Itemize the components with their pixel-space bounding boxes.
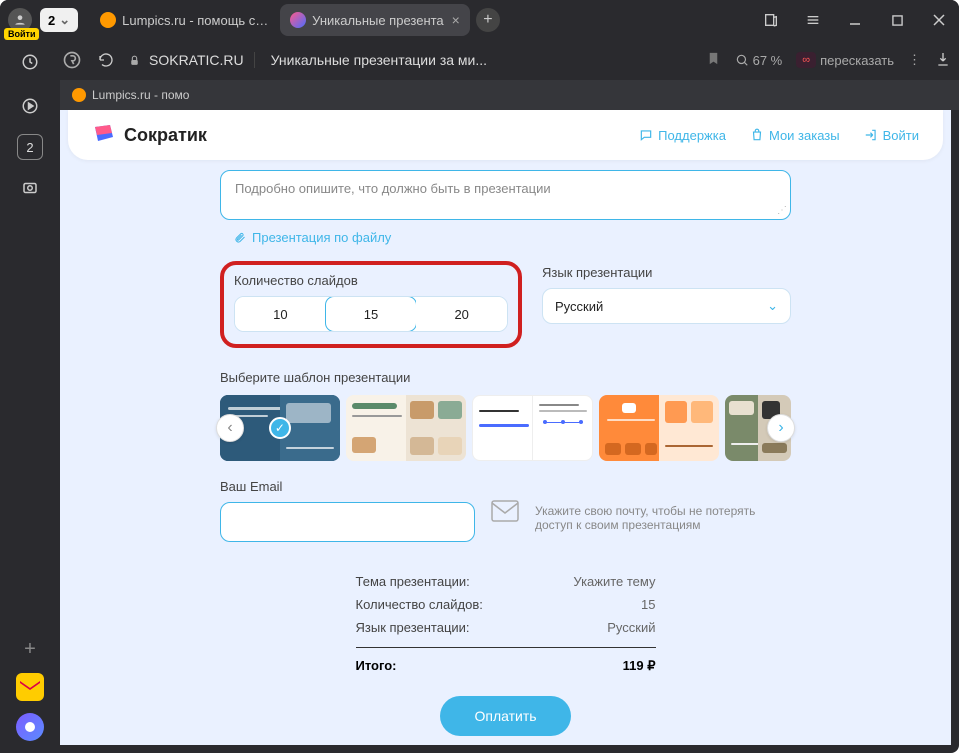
carousel-next-button[interactable]: › [767, 414, 795, 442]
paperclip-icon [234, 231, 246, 245]
nav-orders[interactable]: Мои заказы [750, 128, 840, 143]
resize-handle-icon[interactable]: ⋰ [777, 205, 787, 216]
history-icon[interactable] [14, 46, 46, 78]
alice-icon[interactable] [16, 713, 44, 741]
add-sidebar-icon[interactable]: + [24, 638, 36, 661]
promo-link[interactable]: Применить промокод [220, 744, 791, 745]
yandex-logo-icon[interactable] [60, 48, 84, 72]
site-header: Сократик Поддержка Мои заказы Войти [68, 110, 943, 160]
login-badge[interactable]: Войти [4, 28, 39, 40]
play-icon[interactable] [14, 90, 46, 122]
kebab-icon[interactable]: ⋮ [908, 52, 921, 68]
browser-sidebar: 2 + [0, 40, 60, 753]
close-window-button[interactable] [927, 8, 951, 32]
zoom-indicator[interactable]: 67 % [735, 53, 783, 68]
url-domain: SOKRATIC.RU [149, 52, 244, 68]
tabs-count-icon[interactable]: 2 [17, 134, 43, 160]
summary-slides-value: 15 [641, 597, 655, 612]
screenshot-icon[interactable] [14, 172, 46, 204]
envelope-icon [491, 500, 519, 522]
menu-icon[interactable] [801, 8, 825, 32]
nav-login[interactable]: Войти [864, 128, 919, 143]
titlebar: Войти 2 ⌄ Lumpics.ru - помощь с он Уника… [0, 0, 959, 40]
tab-lumpics[interactable]: Lumpics.ru - помощь с он [90, 4, 280, 36]
minimize-button[interactable] [843, 8, 867, 32]
order-summary: Тема презентации: Укажите тему Количество… [356, 570, 656, 678]
pay-button[interactable]: Оплатить [440, 696, 570, 736]
slides-count-label: Количество слайдов [234, 273, 508, 288]
url-box[interactable]: SOKRATIC.RU [128, 52, 255, 68]
template-carousel: ‹ ✓ [220, 395, 791, 461]
summary-lang-label: Язык презентации: [356, 620, 470, 635]
slides-10-button[interactable]: 10 [235, 297, 326, 331]
email-hint: Укажите свою почту, чтобы не потерять до… [535, 490, 791, 532]
login-icon [864, 128, 878, 142]
email-input[interactable] [220, 502, 475, 542]
bookmark-bar: Lumpics.ru - помо [0, 80, 959, 110]
addressbar: SOKRATIC.RU Уникальные презентации за ми… [0, 40, 959, 80]
library-icon[interactable] [759, 8, 783, 32]
tab-count-button[interactable]: 2 ⌄ [40, 8, 78, 32]
page-title-addr: Уникальные презентации за ми... [271, 52, 487, 68]
summary-total-label: Итого: [356, 658, 397, 674]
slides-15-button[interactable]: 15 [325, 296, 418, 332]
template-card-4[interactable] [599, 395, 719, 461]
site-logo[interactable]: Сократик [92, 123, 207, 147]
favicon-sokratic [290, 12, 306, 28]
page-content: Сократик Поддержка Мои заказы Войти Подр… [60, 110, 951, 745]
summary-total-value: 119 ₽ [623, 658, 656, 674]
language-label: Язык презентации [542, 265, 791, 280]
nav-support[interactable]: Поддержка [639, 128, 726, 143]
carousel-prev-button[interactable]: ‹ [216, 414, 244, 442]
profile-avatar[interactable]: Войти [8, 8, 32, 32]
template-card-3[interactable] [472, 395, 594, 461]
language-select[interactable]: Русский ⌄ [542, 288, 791, 324]
email-label: Ваш Email [220, 479, 475, 494]
slides-20-button[interactable]: 20 [416, 297, 507, 331]
maximize-button[interactable] [885, 8, 909, 32]
download-icon[interactable] [935, 51, 951, 70]
yandex-mail-icon[interactable] [16, 673, 44, 701]
tab-sokratic[interactable]: Уникальные презента × [280, 4, 470, 36]
summary-slides-label: Количество слайдов: [356, 597, 483, 612]
new-tab-button[interactable]: + [476, 8, 500, 32]
lock-icon [128, 54, 141, 67]
chevron-down-icon: ⌄ [767, 298, 778, 314]
template-selected-check-icon: ✓ [269, 417, 291, 439]
bookmark-item[interactable]: Lumpics.ru - помо [92, 88, 189, 102]
favicon-lumpics [100, 12, 116, 28]
summary-theme-label: Тема презентации: [356, 574, 470, 589]
bookmark-icon[interactable] [706, 51, 721, 69]
summary-lang-value: Русский [607, 620, 655, 635]
presentation-by-file-link[interactable]: Презентация по файлу [234, 230, 791, 245]
bag-icon [750, 128, 764, 142]
summary-theme-value: Укажите тему [573, 574, 655, 589]
browser-window: Войти 2 ⌄ Lumpics.ru - помощь с он Уника… [0, 0, 959, 753]
close-tab-icon[interactable]: × [452, 12, 460, 28]
description-textarea[interactable]: Подробно опишите, что должно быть в през… [220, 170, 791, 220]
pereskaz-button[interactable]: ∞пересказать [796, 52, 894, 68]
chat-icon [639, 128, 653, 142]
logo-icon [92, 123, 116, 147]
slides-count-segmented: 10 15 20 [234, 296, 508, 332]
reload-icon[interactable] [94, 48, 118, 72]
chevron-down-icon: ⌄ [59, 12, 70, 28]
template-card-2[interactable] [346, 395, 466, 461]
bookmark-favicon [72, 88, 86, 102]
slides-count-highlight: Количество слайдов 10 15 20 [220, 261, 522, 348]
template-label: Выберите шаблон презентации [220, 370, 791, 385]
